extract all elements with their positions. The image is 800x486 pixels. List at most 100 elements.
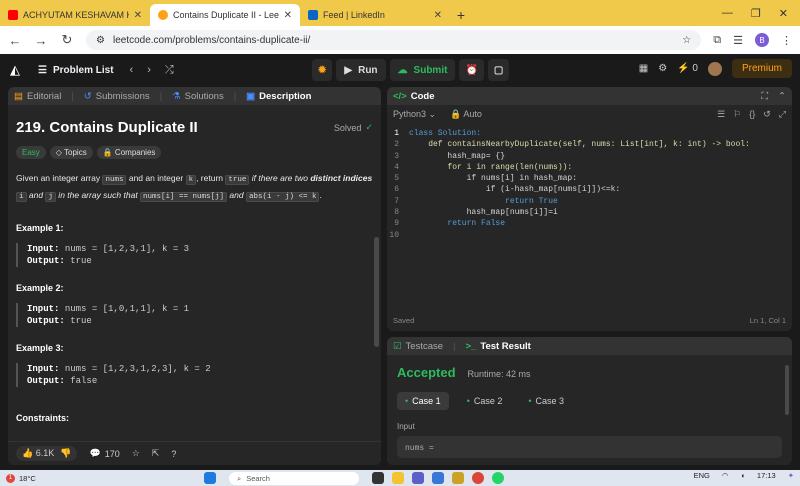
bookmark-star-icon[interactable]: ☆ [682, 35, 691, 46]
url-field[interactable]: ⚙ leetcode.com/problems/contains-duplica… [86, 30, 702, 50]
settings-gear-icon[interactable]: ⚙ [658, 63, 667, 74]
code-line: 7 return True [387, 197, 792, 208]
submit-button[interactable]: ☁ Submit [389, 59, 456, 81]
streak-counter[interactable]: ⚡ 0 [677, 63, 698, 74]
copilot-icon[interactable]: ✦ [788, 471, 794, 480]
layout-icon[interactable]: ▦ [639, 63, 648, 74]
reset-icon[interactable]: ↺ [763, 109, 771, 120]
taskbar-search[interactable]: ⌕ Search [229, 472, 359, 485]
code-line: 3 hash_map= {} [387, 152, 792, 163]
desc-text: Given an integer array [16, 173, 103, 183]
browser-tab-linkedin[interactable]: Feed | LinkedIn ✕ [300, 4, 450, 26]
collapse-chevron-icon[interactable]: ⌃ [778, 91, 786, 102]
start-windows-icon[interactable] [204, 472, 216, 484]
braces-icon[interactable]: {} [749, 109, 755, 120]
close-tab-icon[interactable]: ✕ [434, 10, 442, 21]
prev-problem-icon[interactable]: ‹ [130, 64, 134, 77]
chrome-icon[interactable] [472, 472, 484, 484]
language-select[interactable]: Python3 ⌄ [393, 109, 436, 120]
close-tab-icon[interactable]: ✕ [134, 10, 142, 21]
fullscreen-icon[interactable]: ⤢ [779, 109, 786, 120]
new-tab-button[interactable]: + [450, 4, 472, 26]
timer-button[interactable]: ⏰ [459, 59, 484, 81]
next-problem-icon[interactable]: › [147, 64, 151, 77]
leetcode-top-nav: ◭ ☰ Problem List ‹ › ⤮ ✹ ▶ Run ☁ Submit … [0, 54, 800, 86]
description-scrollbar[interactable] [374, 237, 379, 347]
like-count: 6.1K [35, 448, 55, 458]
tab-test-result[interactable]: >_ Test Result [466, 341, 531, 352]
file-explorer-icon[interactable] [392, 472, 404, 484]
mode-select[interactable]: 🔒 Auto [450, 109, 482, 120]
tab-submissions[interactable]: ↺ Submissions [84, 91, 150, 102]
whatsapp-icon[interactable] [492, 472, 504, 484]
store-icon[interactable] [432, 472, 444, 484]
favorite-star-icon[interactable]: ☆ [132, 448, 140, 459]
reading-list-icon[interactable]: ☰ [733, 34, 743, 47]
debug-button[interactable]: ✹ [312, 59, 333, 81]
bookmark-icon[interactable]: ⚐ [733, 109, 741, 120]
format-icon[interactable]: ☰ [717, 109, 725, 120]
url-text: leetcode.com/problems/contains-duplicate… [112, 34, 311, 46]
thumbs-down-icon[interactable]: 👎 [60, 448, 71, 459]
maximize-icon[interactable]: ❐ [751, 7, 761, 20]
code-line: 6 if (i-hash_map[nums[i]])<=k: [387, 185, 792, 196]
close-tab-icon[interactable]: ✕ [284, 10, 292, 21]
teams-icon[interactable] [412, 472, 424, 484]
companies-tag[interactable]: 🔒 Companies [96, 146, 162, 159]
leetcode-logo[interactable]: ◭ [10, 62, 32, 78]
notification-badge: 1 [6, 473, 15, 483]
code-tab[interactable]: </> Code [393, 91, 435, 102]
clock[interactable]: 17:13 [757, 471, 776, 480]
code-editor[interactable]: 1 class Solution: 2 def containsNearbyDup… [387, 123, 792, 242]
forward-icon[interactable]: → [34, 33, 48, 48]
expand-icon[interactable]: ⛶ [761, 91, 768, 102]
desc-code: k [185, 175, 197, 185]
task-view-icon[interactable] [372, 472, 384, 484]
notes-app-icon[interactable] [452, 472, 464, 484]
document-icon: ▣ [246, 90, 256, 102]
topics-tag[interactable]: ◇ Topics [49, 146, 93, 159]
case-tab[interactable]: • Case 1 [397, 392, 449, 410]
help-icon[interactable]: ? [171, 449, 176, 459]
case-tab[interactable]: • Case 3 [520, 392, 572, 410]
extensions-icon[interactable]: ⧉ [713, 34, 721, 47]
runtime-text: Runtime: 42 ms [467, 369, 531, 379]
tab-solutions[interactable]: ⚗ Solutions [172, 91, 224, 102]
profile-avatar[interactable]: B [755, 33, 769, 47]
close-window-icon[interactable]: ✕ [779, 7, 788, 20]
case-tab[interactable]: • Case 2 [459, 392, 511, 410]
desc-code: j [45, 192, 56, 202]
user-avatar[interactable] [707, 61, 722, 76]
browser-tab-leetcode[interactable]: Contains Duplicate II - LeetCode ✕ [150, 4, 300, 26]
menu-icon[interactable]: ⋮ [781, 34, 792, 47]
save-status: Saved [393, 316, 415, 325]
code-line: 2 def containsNearbyDuplicate(self, nums… [387, 140, 792, 151]
notes-button[interactable]: ▢ [487, 59, 510, 81]
tab-description[interactable]: ▣ Description [246, 91, 311, 102]
test-scrollbar[interactable] [785, 365, 789, 415]
desc-text: and [227, 190, 246, 200]
reload-icon[interactable]: ↻ [60, 32, 74, 48]
example-output: false [70, 376, 98, 386]
share-icon[interactable]: ⇱ [152, 448, 160, 459]
tab-testcase[interactable]: ☑ Testcase [393, 341, 443, 352]
tab-separator: | [71, 90, 74, 102]
shuffle-icon[interactable]: ⤮ [165, 64, 174, 77]
volume-icon[interactable]: ◖ [740, 471, 745, 480]
comments-button[interactable]: 💬 170 [89, 448, 119, 459]
pinned-apps [372, 472, 504, 484]
code-text: return True [409, 196, 558, 206]
like-button[interactable]: 👍 6.1K [22, 448, 54, 459]
premium-button[interactable]: Premium [731, 59, 792, 78]
browser-tab-youtube[interactable]: ACHYUTAM KESHAVAM KRISHNA ✕ [0, 4, 150, 26]
weather-widget[interactable]: 1 18°C [6, 473, 36, 483]
run-button[interactable]: ▶ Run [336, 59, 386, 81]
site-info-icon[interactable]: ⚙ [96, 35, 105, 46]
desc-text: if there are two [249, 173, 311, 183]
tab-editorial[interactable]: ▤ Editorial [14, 91, 61, 102]
language-indicator[interactable]: ENG [694, 471, 710, 480]
problem-list-button[interactable]: ☰ Problem List [38, 65, 114, 76]
back-icon[interactable]: ← [8, 33, 22, 48]
wifi-icon[interactable]: ◠ [722, 471, 729, 480]
minimize-icon[interactable]: — [722, 7, 733, 19]
